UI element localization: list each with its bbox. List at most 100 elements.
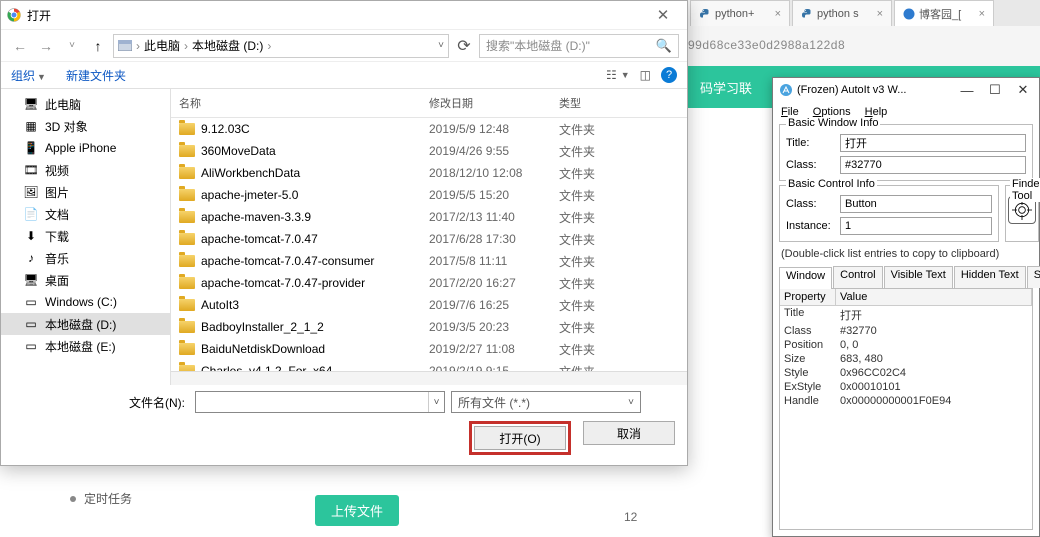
chevron-down-icon[interactable]: ˅ [428, 392, 444, 412]
help-icon[interactable]: ? [661, 67, 677, 83]
file-list[interactable]: 9.12.03C2019/5/9 12:48文件夹360MoveData2019… [171, 118, 687, 371]
autoit-tab[interactable]: Control [833, 266, 882, 288]
tree-item[interactable]: 📄文档 [1, 203, 170, 225]
tree-item[interactable]: 🎞视频 [1, 159, 170, 181]
breadcrumb[interactable]: 本地磁盘 (D:) [192, 37, 263, 54]
browser-tab[interactable]: python s× [792, 0, 892, 26]
chevron-down-icon[interactable]: ˅ [628, 397, 634, 408]
nav-tree[interactable]: 🖥此电脑▦3D 对象📱Apple iPhone🎞视频🖼图片📄文档⬇下载♪音乐🖥桌… [1, 89, 171, 385]
close-icon[interactable]: ✕ [641, 2, 685, 28]
breadcrumb[interactable]: 此电脑 [144, 37, 180, 54]
up-button[interactable]: ↑ [87, 35, 109, 57]
file-row[interactable]: apache-tomcat-7.0.47-provider2017/2/20 1… [171, 272, 687, 294]
search-input[interactable]: 搜索"本地磁盘 (D:)" 🔍 [479, 34, 679, 58]
bwi-title-field[interactable] [840, 134, 1026, 152]
new-folder-button[interactable]: 新建文件夹 [66, 67, 126, 84]
preview-pane-toggle[interactable]: ◫ [640, 68, 651, 82]
address-bar[interactable]: › 此电脑 › 本地磁盘 (D:) › ˅ [113, 34, 449, 58]
side-task[interactable]: 定时任务 [70, 490, 132, 507]
autoit-tab[interactable]: Window [779, 267, 832, 289]
recent-dropdown[interactable]: ˅ [61, 35, 83, 57]
3d-icon: ▦ [23, 120, 39, 132]
file-row[interactable]: Charles_v4.1.2_For_x642019/2/19 9:15文件夹 [171, 360, 687, 371]
pic-icon: 🖼 [23, 186, 39, 198]
folder-icon [179, 167, 195, 179]
col-date[interactable]: 修改日期 [429, 95, 559, 111]
folder-icon [179, 343, 195, 355]
basic-window-info: Basic Window Info Title: Class: [779, 124, 1033, 181]
file-row[interactable]: AliWorkbenchData2018/12/10 12:08文件夹 [171, 162, 687, 184]
tree-item[interactable]: ▭Windows (C:) [1, 291, 170, 313]
cancel-button[interactable]: 取消 [583, 421, 675, 445]
finder-tool[interactable]: Finder Tool [1005, 185, 1039, 242]
bci-class-field[interactable] [840, 195, 992, 213]
tree-item[interactable]: 📱Apple iPhone [1, 137, 170, 159]
back-button[interactable]: ← [9, 35, 31, 57]
file-row[interactable]: 9.12.03C2019/5/9 12:48文件夹 [171, 118, 687, 140]
filename-input[interactable]: ˅ [195, 391, 445, 413]
folder-icon [179, 321, 195, 333]
autoit-tab[interactable]: Hidden Text [954, 266, 1026, 288]
filename-label: 文件名(N): [129, 394, 185, 411]
browser-tabstrip: python+×python s×博客园_[× [690, 0, 1040, 26]
close-icon[interactable]: × [979, 8, 985, 20]
tree-item[interactable]: ▦3D 对象 [1, 115, 170, 137]
folder-icon [179, 277, 195, 289]
browser-tab[interactable]: python+× [690, 0, 790, 26]
nav-bar: ← → ˅ ↑ › 此电脑 › 本地磁盘 (D:) › ˅ ⟳ 搜索"本地磁盘 … [1, 29, 687, 61]
forward-button: → [35, 35, 57, 57]
file-row[interactable]: 360MoveData2019/4/26 9:55文件夹 [171, 140, 687, 162]
upload-button[interactable]: 上传文件 [315, 495, 399, 526]
autoit-tabs[interactable]: WindowControlVisible TextHidden TextStat… [779, 266, 1033, 288]
tree-item[interactable]: 🖥桌面 [1, 269, 170, 291]
file-row[interactable]: apache-jmeter-5.02019/5/5 15:20文件夹 [171, 184, 687, 206]
file-row[interactable]: BadboyInstaller_2_1_22019/3/5 20:23文件夹 [171, 316, 687, 338]
maximize-icon[interactable]: ☐ [981, 79, 1009, 101]
minimize-icon[interactable]: — [953, 79, 981, 101]
tree-item[interactable]: ▭本地磁盘 (E:) [1, 335, 170, 357]
tree-item[interactable]: ⬇下载 [1, 225, 170, 247]
refresh-icon[interactable]: ⟳ [453, 35, 475, 57]
file-row[interactable]: apache-tomcat-7.0.47-consumer2017/5/8 11… [171, 250, 687, 272]
view-menu[interactable]: ☷ ▼ [606, 68, 630, 82]
property-row[interactable]: Size683, 480 [780, 352, 1032, 366]
property-row[interactable]: Style0x96CC02C4 [780, 366, 1032, 380]
property-row[interactable]: Handle0x00000000001F0E94 [780, 394, 1032, 408]
property-table[interactable]: PropertyValue Title打开Class#32770Position… [779, 288, 1033, 530]
property-row[interactable]: Title打开 [780, 306, 1032, 324]
horizontal-scrollbar[interactable] [171, 371, 687, 385]
property-row[interactable]: Class#32770 [780, 324, 1032, 338]
close-icon[interactable]: × [775, 8, 781, 20]
chrome-icon [7, 8, 21, 22]
property-row[interactable]: ExStyle0x00010101 [780, 380, 1032, 394]
open-button[interactable]: 打开(O) [474, 426, 566, 450]
organize-menu[interactable]: 组织▼ [11, 67, 46, 84]
bwi-class-field[interactable] [840, 156, 1026, 174]
file-row[interactable]: apache-maven-3.3.92017/2/13 11:40文件夹 [171, 206, 687, 228]
tree-item[interactable]: ♪音乐 [1, 247, 170, 269]
close-icon[interactable]: × [877, 8, 883, 20]
file-row[interactable]: AutoIt32019/7/6 16:25文件夹 [171, 294, 687, 316]
col-name[interactable]: 名称 [179, 95, 429, 111]
file-row[interactable]: apache-tomcat-7.0.472017/6/28 17:30文件夹 [171, 228, 687, 250]
column-headers[interactable]: 名称 修改日期 类型 [171, 89, 687, 118]
folder-icon [179, 123, 195, 135]
tree-item[interactable]: 🖼图片 [1, 181, 170, 203]
file-row[interactable]: BaiduNetdiskDownload2019/2/27 11:08文件夹 [171, 338, 687, 360]
row-number: 12 [624, 510, 637, 524]
file-filter-select[interactable]: 所有文件 (*.*)˅ [451, 391, 641, 413]
col-type[interactable]: 类型 [559, 95, 619, 111]
folder-icon [179, 233, 195, 245]
property-row[interactable]: Position0, 0 [780, 338, 1032, 352]
dialog-titlebar: 打开 ✕ [1, 1, 687, 29]
dl-icon: ⬇ [23, 230, 39, 242]
autoit-tab[interactable]: Visible Text [884, 266, 953, 288]
bci-instance-field[interactable] [840, 217, 992, 235]
close-icon[interactable]: ✕ [1009, 79, 1037, 101]
tree-item[interactable]: 🖥此电脑 [1, 93, 170, 115]
chevron-down-icon[interactable]: ˅ [438, 40, 444, 51]
dialog-title: 打开 [27, 7, 51, 24]
browser-tab[interactable]: 博客园_[× [894, 0, 994, 26]
autoit-tab[interactable]: Stat [1027, 266, 1040, 288]
tree-item[interactable]: ▭本地磁盘 (D:) [1, 313, 170, 335]
